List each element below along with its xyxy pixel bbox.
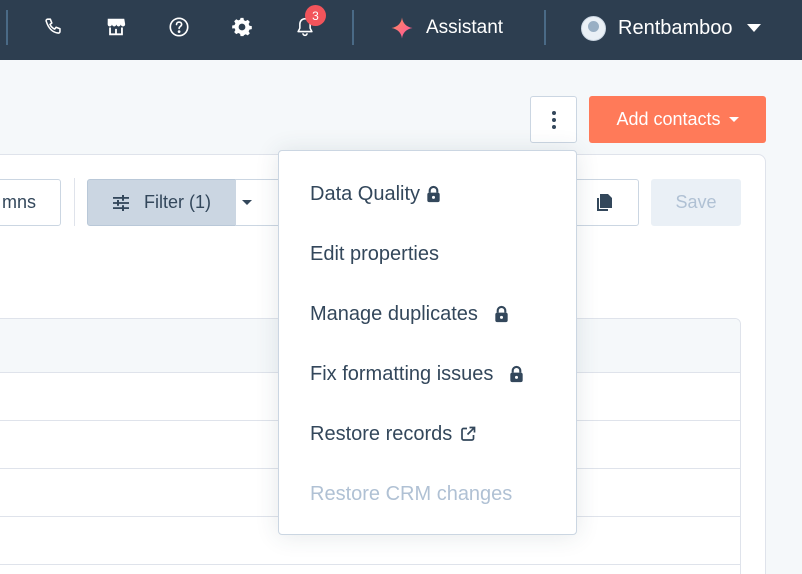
lock-icon xyxy=(510,365,524,382)
nav-divider xyxy=(352,10,354,45)
menu-item-label: Fix formatting issues xyxy=(310,362,494,385)
copy-icon xyxy=(597,193,612,211)
chevron-down-icon xyxy=(746,24,761,32)
top-navigation-bar: 3 Assistant Rentbamboo xyxy=(0,0,802,60)
assistant-button[interactable]: Assistant xyxy=(390,14,503,42)
marketplace-icon[interactable] xyxy=(103,14,129,40)
nav-divider xyxy=(6,10,8,45)
lock-icon xyxy=(427,185,440,202)
menu-item-data-quality[interactable]: Data Quality xyxy=(279,164,576,224)
phone-icon[interactable] xyxy=(41,14,67,40)
account-name: Rentbamboo xyxy=(618,16,733,39)
assistant-label: Assistant xyxy=(426,17,504,38)
menu-item-restore-crm-changes: Restore CRM changes xyxy=(279,464,576,524)
help-icon[interactable] xyxy=(166,14,192,40)
filter-button[interactable]: Filter (1) xyxy=(87,179,236,226)
external-link-icon xyxy=(461,426,476,441)
avatar xyxy=(581,15,606,41)
nav-divider xyxy=(544,10,546,45)
menu-item-label: Restore records xyxy=(310,422,453,445)
toolbar-divider xyxy=(74,178,75,226)
menu-item-manage-duplicates[interactable]: Manage duplicates xyxy=(279,284,576,344)
menu-item-edit-properties[interactable]: Edit properties xyxy=(279,224,576,284)
menu-item-label: Data Quality xyxy=(310,182,421,205)
vertical-dots-icon xyxy=(551,110,556,129)
filter-sliders-icon xyxy=(113,194,129,211)
edit-columns-label: mns xyxy=(1,192,36,212)
chevron-down-icon xyxy=(242,200,252,205)
add-contacts-button[interactable]: Add contacts xyxy=(589,96,766,143)
chevron-down-icon xyxy=(728,117,739,122)
more-actions-menu: Data Quality Edit properties Manage dupl… xyxy=(278,150,577,535)
more-actions-button[interactable] xyxy=(530,96,577,143)
duplicate-view-button[interactable] xyxy=(568,179,639,226)
filter-label: Filter (1) xyxy=(144,192,211,212)
notification-count-badge: 3 xyxy=(305,5,326,26)
settings-gear-icon[interactable] xyxy=(229,14,255,40)
edit-columns-button[interactable]: mns xyxy=(0,179,61,226)
add-contacts-label: Add contacts xyxy=(616,109,721,129)
menu-item-label: Edit properties xyxy=(310,242,439,265)
lock-icon xyxy=(495,305,508,322)
menu-item-label: Manage duplicates xyxy=(310,302,478,325)
save-view-button[interactable]: Save xyxy=(651,179,741,226)
account-menu[interactable]: Rentbamboo xyxy=(581,14,761,42)
menu-item-fix-formatting-issues[interactable]: Fix formatting issues xyxy=(279,344,576,404)
menu-item-restore-records[interactable]: Restore records xyxy=(279,404,576,464)
menu-item-label: Restore CRM changes xyxy=(310,482,513,505)
sparkle-icon xyxy=(391,17,413,39)
